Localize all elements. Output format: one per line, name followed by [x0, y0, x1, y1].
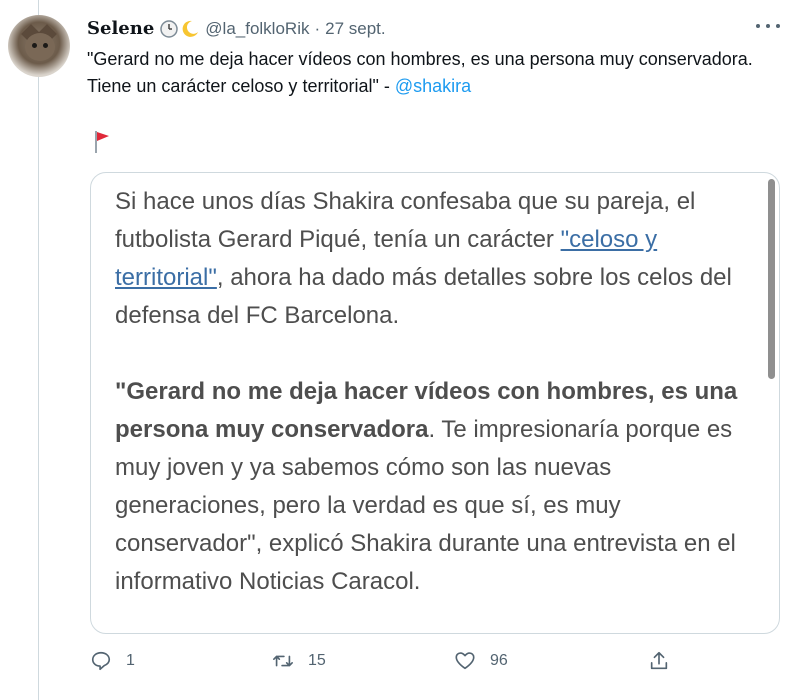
more-icon[interactable] — [756, 16, 780, 36]
reply-icon — [91, 651, 111, 671]
tweet-header: Selene @la_folkloRik · 27 sept. — [87, 18, 386, 39]
card-article-text: Si hace unos días Shakira confesaba que … — [115, 183, 745, 601]
retweet-icon — [273, 655, 293, 667]
tweet[interactable]: Selene @la_folkloRik · 27 sept. "Gerard … — [0, 0, 800, 700]
red-flag-icon — [94, 130, 110, 154]
clock-icon — [160, 19, 179, 38]
like-count: 96 — [490, 652, 508, 669]
card-scrollbar — [768, 179, 775, 379]
card-paragraph-1: Si hace unos días Shakira confesaba que … — [115, 183, 745, 335]
reply-count: 1 — [126, 652, 135, 669]
tweet-actions: 1 15 96 — [90, 650, 690, 680]
avatar[interactable] — [8, 15, 70, 77]
share-icon — [650, 651, 668, 670]
tweet-text: "Gerard no me deja hacer vídeos con homb… — [87, 46, 777, 100]
quoted-image-card[interactable]: Si hace unos días Shakira confesaba que … — [90, 172, 780, 634]
card-paragraph-2: "Gerard no me deja hacer vídeos con homb… — [115, 373, 745, 601]
crescent-moon-icon — [181, 20, 199, 38]
like-button[interactable]: 96 — [454, 650, 508, 672]
share-button[interactable] — [648, 650, 670, 672]
separator-dot: · — [314, 18, 321, 38]
author-name[interactable]: Selene — [87, 18, 154, 39]
author-handle[interactable]: @la_folkloRik — [205, 19, 309, 39]
reply-button[interactable]: 1 — [90, 650, 135, 672]
retweet-count: 15 — [308, 652, 326, 669]
retweet-button[interactable]: 15 — [272, 650, 326, 672]
heart-icon — [455, 652, 475, 670]
mention-link[interactable]: @shakira — [395, 76, 471, 96]
tweet-date[interactable]: 27 sept. — [325, 19, 386, 39]
